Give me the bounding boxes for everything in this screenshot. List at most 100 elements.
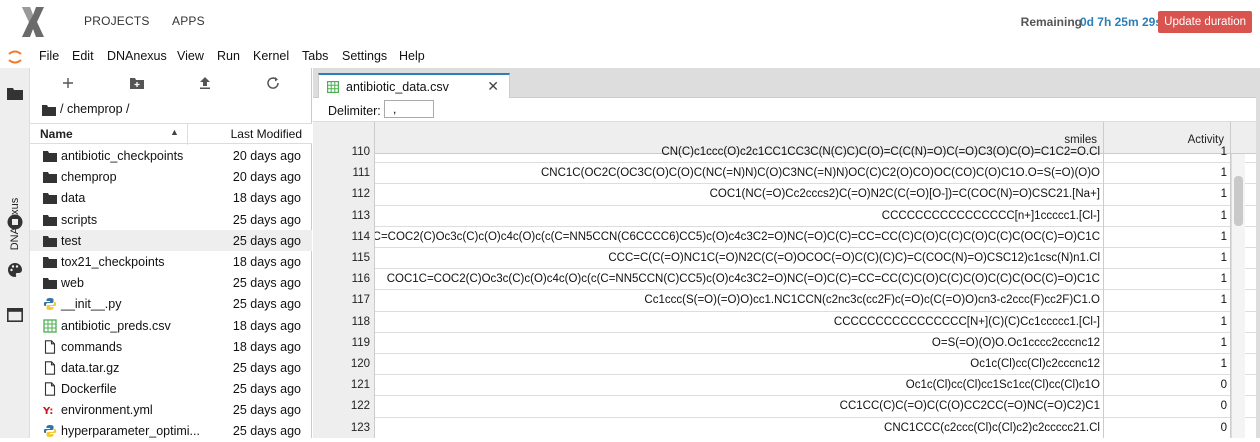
home-folder-icon[interactable]	[42, 104, 56, 116]
file-name: test	[61, 233, 82, 248]
file-list-item[interactable]: antibiotic_preds.csv 18 days ago	[30, 315, 312, 336]
activity-cell[interactable]: 0	[1104, 375, 1231, 397]
table-row[interactable]: 115 CCC=C(C(=O)NC1C(=O)N2C(C(=O)OCOC(=O)C…	[318, 248, 1258, 270]
menu-dnanexus[interactable]: DNAnexus	[107, 49, 167, 63]
table-row[interactable]: 116 COC1C=COC2(C)Oc3c(C)c(O)c4c(O)c(c(C=N…	[318, 269, 1258, 291]
file-list-item[interactable]: data.tar.gz 25 days ago	[30, 357, 312, 378]
tabs-panel-icon[interactable]	[7, 308, 23, 322]
table-row[interactable]: 118 CCCCCCCCCCCCCCCC[N+](C)(C)Cc1ccccc1.[…	[318, 311, 1258, 333]
smiles-cell[interactable]: COC1C=COC2(C)Oc3c(C)c(O)c4c(O)c(c(C=NN5C…	[375, 269, 1104, 291]
refresh-icon[interactable]	[265, 75, 281, 91]
activity-cell[interactable]: 0	[1104, 417, 1231, 438]
activity-cell[interactable]: 1	[1104, 354, 1231, 376]
activity-cell[interactable]: 1	[1104, 226, 1231, 248]
file-list-item[interactable]: __init__.py 25 days ago	[30, 293, 312, 314]
smiles-cell[interactable]: CNC1C(OC2C(OC3C(O)C(O)C(NC(=N)N)C(O)C3NC…	[375, 163, 1104, 185]
smiles-value: COC1(NC(=O)Cc2cccs2)C(=O)N2C(C(=O)[O-])=…	[709, 188, 1100, 201]
table-row[interactable]: 113 CCCCCCCCCCCCCCCC[n+]1ccccc1.[Cl-] 1	[318, 205, 1258, 227]
smiles-cell[interactable]: CCCCCCCCCCCCCCCC[n+]1ccccc1.[Cl-]	[375, 205, 1104, 227]
table-row[interactable]: 111 CNC1C(OC2C(OC3C(O)C(O)C(NC(=N)N)C(O)C…	[318, 163, 1258, 185]
smiles-value: COC1C=COC2(C)Oc3c(C)c(O)c4c(O)c(c(C=NN5C…	[375, 230, 1100, 243]
csv-icon	[43, 318, 57, 333]
update-duration-button[interactable]: Update duration	[1158, 11, 1252, 33]
file-list-item[interactable]: scripts 25 days ago	[30, 209, 312, 230]
activity-cell[interactable]: 1	[1104, 269, 1231, 291]
file-list-item[interactable]: data 18 days ago	[30, 187, 312, 208]
table-row[interactable]: 122 CC1CC(C)C(=O)C(C(O)CC2CC(=O)NC(=O)C2)…	[318, 396, 1258, 418]
menu-file[interactable]: File	[39, 49, 59, 63]
running-stop-icon[interactable]	[7, 214, 23, 230]
smiles-cell[interactable]: COC1(NC(=O)Cc2cccs2)C(=O)N2C(C(=O)[O-])=…	[375, 184, 1104, 206]
smiles-cell[interactable]: CNC1CCC(c2ccc(Cl)c(Cl)c2)c2ccccc21.Cl	[375, 417, 1104, 438]
smiles-cell[interactable]: Cc1ccc(S(=O)(=O)O)cc1.NC1CCN(c2nc3c(cc2F…	[375, 290, 1104, 312]
file-name: scripts	[61, 212, 98, 227]
column-divider[interactable]	[187, 124, 188, 145]
table-row[interactable]: 121 Oc1c(Cl)cc(Cl)cc1Sc1cc(Cl)cc(Cl)c1O 0	[318, 375, 1258, 397]
file-list-item[interactable]: tox21_checkpoints 18 days ago	[30, 251, 312, 272]
csv-data-grid: smiles Activity 110 CN(C)c1ccc(O)c2c1CC1C…	[318, 122, 1258, 438]
smiles-cell[interactable]: COC1C=COC2(C)Oc3c(C)c(O)c4c(O)c(c(C=NN5C…	[375, 226, 1104, 248]
nav-apps[interactable]: APPS	[172, 14, 205, 28]
new-launcher-plus-icon[interactable]	[60, 75, 76, 91]
activity-value: 1	[1220, 358, 1227, 370]
activity-cell[interactable]: 1	[1104, 290, 1231, 312]
activity-cell[interactable]: 0	[1104, 396, 1231, 418]
activity-cell[interactable]: 1	[1104, 311, 1231, 333]
activity-cell[interactable]: 1	[1104, 184, 1231, 206]
smiles-cell[interactable]: CCCCCCCCCCCCCCCC[N+](C)(C)Cc1ccccc1.[Cl-…	[375, 311, 1104, 333]
tab-close-icon[interactable]: ✕	[487, 78, 499, 95]
grid-vertical-scrollbar[interactable]	[1231, 154, 1245, 438]
file-list-item[interactable]: Dockerfile 25 days ago	[30, 378, 312, 399]
table-row[interactable]: 112 COC1(NC(=O)Cc2cccs2)C(=O)N2C(C(=O)[O-…	[318, 184, 1258, 206]
nav-projects[interactable]: PROJECTS	[84, 14, 150, 28]
file-list-item[interactable]: hyperparameter_optimi... 25 days ago	[30, 420, 312, 441]
menu-view[interactable]: View	[177, 49, 204, 63]
table-row[interactable]: 117 Cc1ccc(S(=O)(=O)O)cc1.NC1CCN(c2nc3c(c…	[318, 290, 1258, 312]
menu-run[interactable]: Run	[217, 49, 240, 63]
table-row[interactable]: 110 CN(C)c1ccc(O)c2c1CC1CC3C(N(C)C)C(O)=C…	[318, 142, 1258, 164]
smiles-cell[interactable]: Oc1c(Cl)cc(Cl)c2cccnc12	[375, 354, 1104, 376]
palette-icon[interactable]	[7, 262, 23, 278]
menu-settings[interactable]: Settings	[342, 49, 387, 63]
activity-cell[interactable]: 1	[1104, 248, 1231, 270]
smiles-cell[interactable]: CN(C)c1ccc(O)c2c1CC1CC3C(N(C)C)C(O)=C(C(…	[375, 142, 1104, 164]
upload-icon[interactable]	[197, 75, 213, 91]
file-list-item[interactable]: antibiotic_checkpoints 20 days ago	[30, 145, 312, 166]
folder-icon	[43, 149, 57, 163]
file-list-item[interactable]: chemprop 20 days ago	[30, 166, 312, 187]
column-name-header[interactable]: Name	[40, 127, 73, 141]
smiles-cell[interactable]: CCC=C(C(=O)NC1C(=O)N2C(C(=O)OCOC(=O)C(C)…	[375, 248, 1104, 270]
menu-tabs[interactable]: Tabs	[302, 49, 328, 63]
table-row[interactable]: 123 CNC1CCC(c2ccc(Cl)c(Cl)c2)c2ccccc21.Cl…	[318, 417, 1258, 438]
scrollbar-thumb[interactable]	[1234, 176, 1243, 226]
file-list-item[interactable]: test 25 days ago	[30, 229, 312, 251]
activity-cell[interactable]: 1	[1104, 205, 1231, 227]
menu-help[interactable]: Help	[399, 49, 425, 63]
file-list-item[interactable]: web 25 days ago	[30, 272, 312, 293]
file-list-item[interactable]: Y: environment.yml 25 days ago	[30, 399, 312, 420]
breadcrumb-path[interactable]: / chemprop /	[60, 102, 129, 116]
smiles-cell[interactable]: O=S(=O)(O)O.Oc1cccc2cccnc12	[375, 332, 1104, 354]
table-row[interactable]: 114 COC1C=COC2(C)Oc3c(C)c(O)c4c(O)c(c(C=N…	[318, 226, 1258, 248]
folder-icon[interactable]	[7, 86, 23, 100]
delimiter-input[interactable]	[384, 100, 434, 118]
file-modified-date: 18 days ago	[232, 318, 301, 333]
activity-cell[interactable]: 1	[1104, 332, 1231, 354]
activity-cell[interactable]: 1	[1104, 142, 1231, 164]
tab-antibiotic-data-csv[interactable]: antibiotic_data.csv ✕	[318, 73, 510, 99]
table-row[interactable]: 120 Oc1c(Cl)cc(Cl)c2cccnc12 1	[318, 354, 1258, 376]
row-index-cell: 120	[318, 354, 375, 376]
new-folder-icon[interactable]	[129, 75, 145, 91]
smiles-cell[interactable]: CC1CC(C)C(=O)C(C(O)CC2CC(=O)NC(=O)C2)C1	[375, 396, 1104, 418]
left-sidebar-strip: DNAnexus	[0, 68, 30, 438]
activity-cell[interactable]: 1	[1104, 163, 1231, 185]
menu-edit[interactable]: Edit	[72, 49, 94, 63]
smiles-cell[interactable]: Oc1c(Cl)cc(Cl)cc1Sc1cc(Cl)cc(Cl)c1O	[375, 375, 1104, 397]
sort-ascending-icon[interactable]: ▲	[170, 127, 179, 137]
file-list-item[interactable]: commands 18 days ago	[30, 336, 312, 357]
menu-kernel[interactable]: Kernel	[253, 49, 289, 63]
smiles-value: CC1CC(C)C(=O)C(C(O)CC2CC(=O)NC(=O)C2)C1	[839, 400, 1100, 413]
dnanexus-logo-icon[interactable]	[20, 5, 46, 39]
table-row[interactable]: 119 O=S(=O)(O)O.Oc1cccc2cccnc12 1	[318, 332, 1258, 354]
column-modified-header[interactable]: Last Modified	[231, 127, 302, 141]
